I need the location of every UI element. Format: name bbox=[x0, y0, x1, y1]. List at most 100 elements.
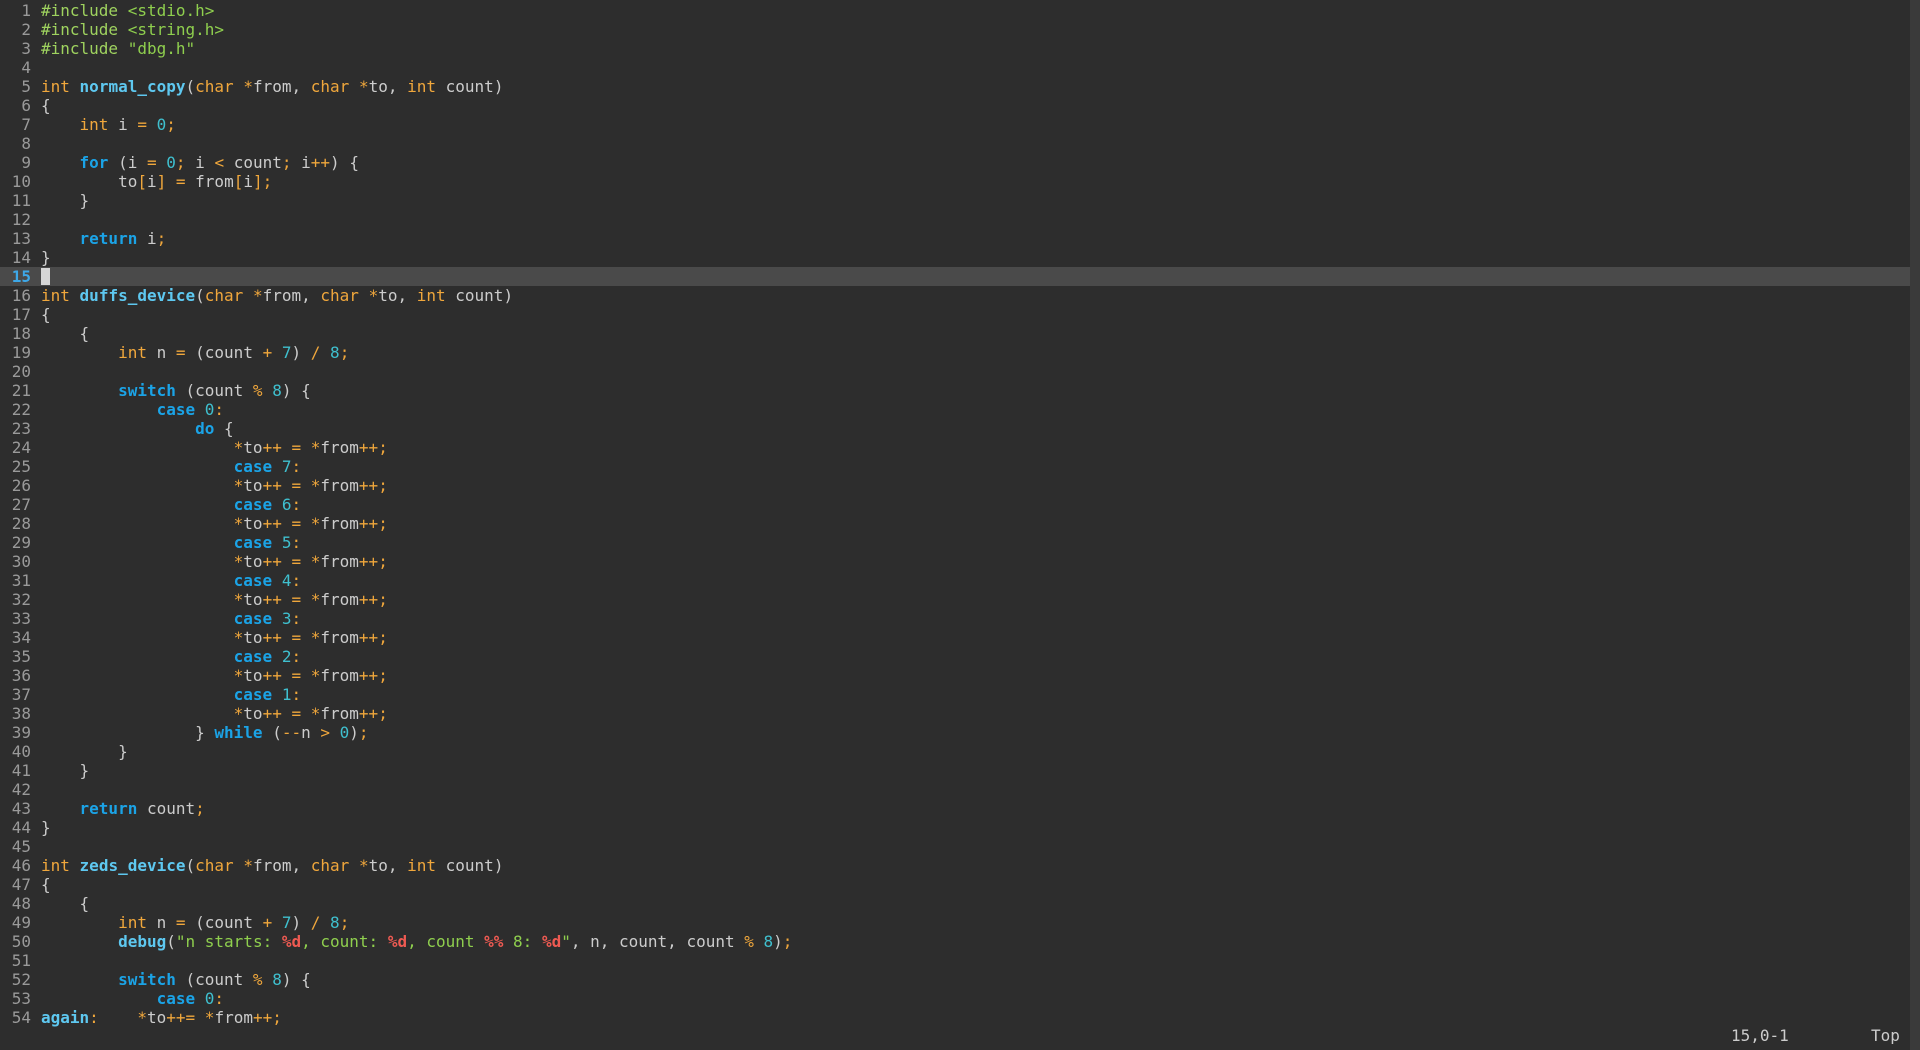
code-line[interactable]: 8 bbox=[0, 134, 1910, 153]
code-line[interactable]: 38 *to++ = *from++; bbox=[0, 704, 1910, 723]
code-line[interactable]: 51 bbox=[0, 951, 1910, 970]
token-id bbox=[272, 571, 282, 590]
line-text: case 4: bbox=[41, 571, 301, 590]
token-str: , count: bbox=[301, 932, 388, 951]
code-line[interactable]: 17 { bbox=[0, 305, 1910, 324]
code-line[interactable]: 31 case 4: bbox=[0, 571, 1910, 590]
token-op: = bbox=[291, 704, 302, 723]
token-id: from bbox=[320, 476, 359, 495]
code-line[interactable]: 29 case 5: bbox=[0, 533, 1910, 552]
code-line[interactable]: 25 case 7: bbox=[0, 457, 1910, 476]
token-ty: int bbox=[41, 286, 70, 305]
token-id: count) bbox=[436, 77, 504, 96]
code-line[interactable]: 26 *to++ = *from++; bbox=[0, 476, 1910, 495]
code-line[interactable]: 39 } while (--n > 0); bbox=[0, 723, 1910, 742]
token-op: = bbox=[175, 913, 186, 932]
code-line[interactable]: 2 #include <string.h> bbox=[0, 20, 1910, 39]
token-id bbox=[70, 77, 80, 96]
code-line[interactable]: 28 *to++ = *from++; bbox=[0, 514, 1910, 533]
token-id bbox=[195, 989, 205, 1008]
code-line[interactable]: 3 #include "dbg.h" bbox=[0, 39, 1910, 58]
code-line[interactable]: 35 case 2: bbox=[0, 647, 1910, 666]
token-id: i bbox=[243, 172, 253, 191]
token-op: * bbox=[310, 476, 321, 495]
token-op: * bbox=[233, 704, 244, 723]
token-ty: int bbox=[41, 77, 70, 96]
token-op: * bbox=[233, 438, 244, 457]
code-line[interactable]: 30 *to++ = *from++; bbox=[0, 552, 1910, 571]
code-line[interactable]: 48 { bbox=[0, 894, 1910, 913]
line-number: 22 bbox=[11, 400, 31, 419]
code-line[interactable]: 53 case 0: bbox=[0, 989, 1910, 1008]
token-str: "n starts: bbox=[175, 932, 282, 951]
code-line[interactable]: 4 bbox=[0, 58, 1910, 77]
code-line[interactable]: 18 { bbox=[0, 324, 1910, 343]
token-op: [ bbox=[137, 172, 147, 191]
line-text: *to++ = *from++; bbox=[41, 476, 388, 495]
code-line[interactable]: 6{ bbox=[0, 96, 1910, 115]
code-line[interactable]: 41 } bbox=[0, 761, 1910, 780]
code-line[interactable]: 54 again: *to++= *from++; bbox=[0, 1008, 1910, 1027]
code-line[interactable]: 9 for (i = 0; i < count; i++) { bbox=[0, 153, 1910, 172]
token-id: n bbox=[146, 343, 176, 362]
code-line[interactable]: 32 *to++ = *from++; bbox=[0, 590, 1910, 609]
code-line[interactable]: 49 int n = (count + 7) / 8; bbox=[0, 913, 1910, 932]
code-buffer[interactable]: 1 #include <stdio.h> 2 #include <string.h> 3… bbox=[0, 1, 1910, 1027]
code-line[interactable]: 52 switch (count % 8) { bbox=[0, 970, 1910, 989]
code-line[interactable]: 27 case 6: bbox=[0, 495, 1910, 514]
code-line[interactable]: 24 *to++ = *from++; bbox=[0, 438, 1910, 457]
code-editor[interactable]: 1 #include <stdio.h> 2 #include <string.h> 3… bbox=[0, 0, 1910, 1044]
code-line[interactable]: 23 do { bbox=[0, 419, 1910, 438]
code-line[interactable]: 43 return count; bbox=[0, 799, 1910, 818]
token-id bbox=[301, 628, 311, 647]
line-text: } bbox=[41, 191, 90, 210]
line-number: 18 bbox=[11, 324, 31, 343]
token-op: < bbox=[214, 153, 225, 172]
token-id: { bbox=[41, 894, 90, 913]
token-id: to, bbox=[368, 77, 408, 96]
line-number: 43 bbox=[11, 799, 31, 818]
line-number: 46 bbox=[11, 856, 31, 875]
code-line[interactable]: 7 int i = 0; bbox=[0, 115, 1910, 134]
code-line[interactable]: 20 bbox=[0, 362, 1910, 381]
line-text: #include <string.h> bbox=[41, 20, 224, 39]
code-line[interactable]: 10 to[i] = from[i]; bbox=[0, 172, 1910, 191]
line-number: 44 bbox=[11, 818, 31, 837]
token-num: 0 bbox=[204, 400, 215, 419]
code-line[interactable]: 42 bbox=[0, 780, 1910, 799]
token-id bbox=[263, 381, 273, 400]
code-line[interactable]: 34 *to++ = *from++; bbox=[0, 628, 1910, 647]
code-line[interactable]: 36 *to++ = *from++; bbox=[0, 666, 1910, 685]
code-line[interactable]: 13 return i; bbox=[0, 229, 1910, 248]
code-line[interactable]: 47 { bbox=[0, 875, 1910, 894]
token-str: <stdio.h> bbox=[127, 1, 215, 20]
code-line[interactable]: 45 bbox=[0, 837, 1910, 856]
token-op: ++ bbox=[262, 704, 282, 723]
token-op: ++ bbox=[262, 552, 282, 571]
code-line[interactable]: 11 } bbox=[0, 191, 1910, 210]
token-op: : bbox=[214, 989, 225, 1008]
code-line[interactable]: 14} bbox=[0, 248, 1910, 267]
line-text: case 2: bbox=[41, 647, 301, 666]
token-id bbox=[301, 666, 311, 685]
code-line[interactable]: 40 } bbox=[0, 742, 1910, 761]
token-ty: char bbox=[310, 77, 350, 96]
code-line[interactable]: 1 #include <stdio.h> bbox=[0, 1, 1910, 20]
line-text: } bbox=[41, 761, 90, 780]
code-line[interactable]: 16 int duffs_device(char *from, char *to,… bbox=[0, 286, 1910, 305]
code-line[interactable]: 12 bbox=[0, 210, 1910, 229]
code-line[interactable]: 46 int zeds_device(char *from, char *to, … bbox=[0, 856, 1910, 875]
code-line[interactable]: 44} bbox=[0, 818, 1910, 837]
code-line[interactable]: 19 int n = (count + 7) / 8; bbox=[0, 343, 1910, 362]
cursor-line[interactable]: 15 bbox=[0, 267, 1910, 286]
token-id: } bbox=[41, 191, 90, 210]
token-id bbox=[41, 609, 234, 628]
code-line[interactable]: 37 case 1: bbox=[0, 685, 1910, 704]
code-line[interactable]: 33 case 3: bbox=[0, 609, 1910, 628]
code-line[interactable]: 50 debug("n starts: %d, count: %d, count… bbox=[0, 932, 1910, 951]
code-line[interactable]: 21 switch (count % 8) { bbox=[0, 381, 1910, 400]
code-line[interactable]: 22 case 0: bbox=[0, 400, 1910, 419]
token-op: -- bbox=[281, 723, 302, 742]
code-line[interactable]: 5 int normal_copy(char *from, char *to, i… bbox=[0, 77, 1910, 96]
token-str: " bbox=[561, 932, 571, 951]
